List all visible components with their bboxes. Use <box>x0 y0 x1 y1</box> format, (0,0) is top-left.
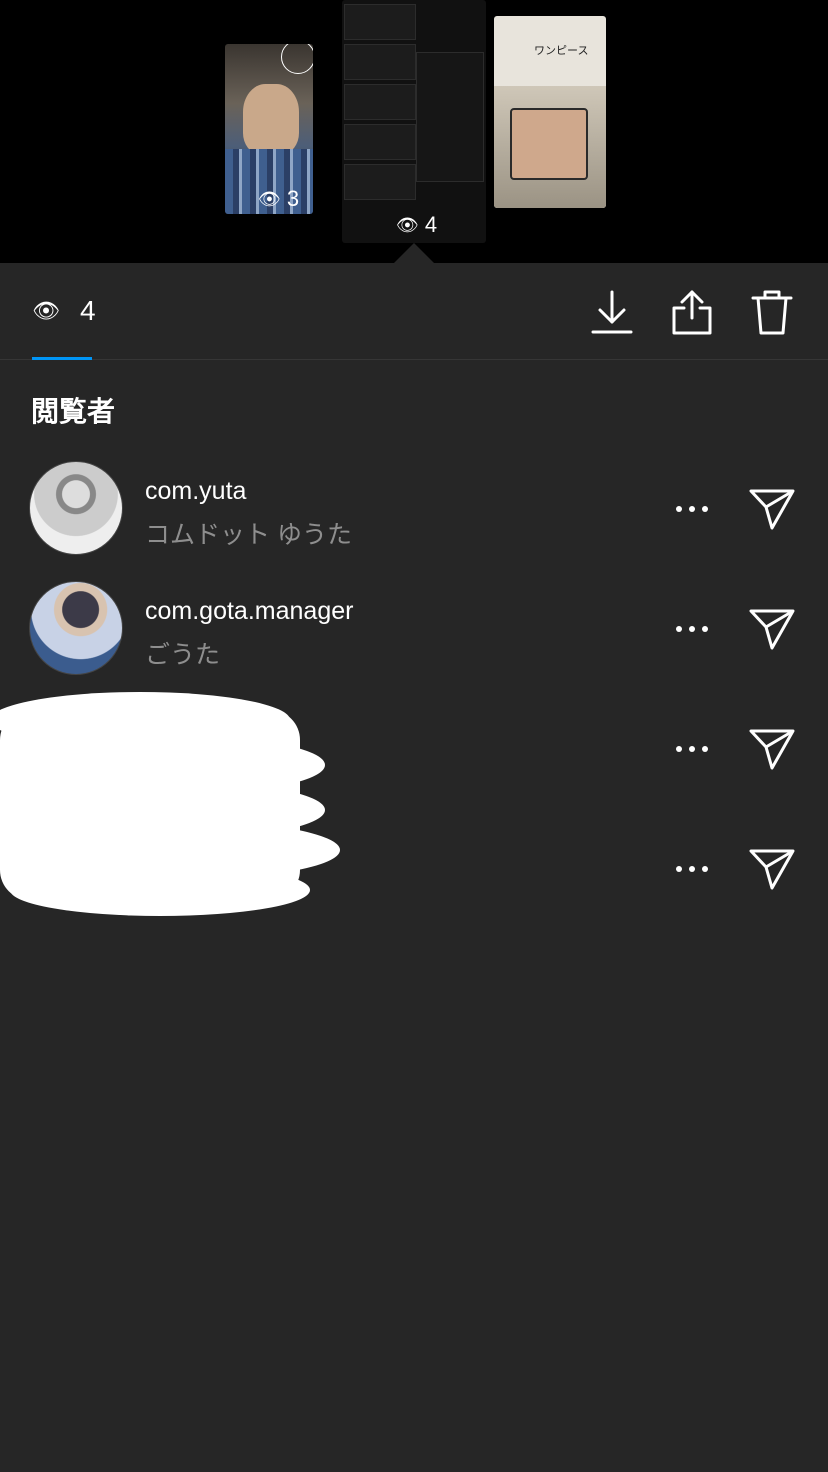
story-thumbnail-strip: 👁 3 👁 4 ワンピース <box>0 0 828 263</box>
share-icon <box>672 290 712 335</box>
story-thumbnail-next[interactable]: ワンピース <box>494 16 606 208</box>
viewer-row[interactable]: com.yuta コムドット ゆうた <box>0 461 828 571</box>
selected-story-pointer <box>394 243 434 263</box>
story-insights-toolbar: 👁 4 <box>0 263 828 360</box>
more-options-button[interactable] <box>672 855 712 883</box>
viewer-username[interactable]: com.yuta <box>145 477 246 506</box>
more-options-button[interactable] <box>672 735 712 763</box>
viewer-fullname: ごうた <box>145 641 221 669</box>
tab-viewers[interactable]: 👁 4 <box>32 295 96 327</box>
more-icon <box>676 746 682 752</box>
story-view-count: 4 <box>424 212 438 237</box>
send-button[interactable] <box>748 727 796 771</box>
avatar[interactable] <box>29 581 123 675</box>
story-thumbnail-current[interactable] <box>342 0 486 243</box>
story-view-count: 3 <box>286 186 300 211</box>
delete-button[interactable] <box>748 287 796 337</box>
doodle-circle <box>281 44 313 74</box>
story-views-overlay-current: 👁 4 <box>396 212 437 238</box>
share-button[interactable] <box>668 287 716 337</box>
download-button[interactable] <box>588 287 636 337</box>
avatar[interactable] <box>29 461 123 555</box>
story-views-overlay-previous: 👁 3 <box>258 186 299 212</box>
more-options-button[interactable] <box>672 615 712 643</box>
viewer-row[interactable]: com.gota.manager ごうた <box>0 581 828 691</box>
active-tab-indicator <box>32 357 92 360</box>
more-icon <box>676 866 682 872</box>
eye-icon: 👁 <box>396 214 419 235</box>
eye-icon: 👁 <box>258 188 281 209</box>
download-icon <box>591 290 633 334</box>
more-icon <box>676 506 682 512</box>
viewers-heading: 閲覧者 <box>31 396 116 427</box>
more-icon <box>676 626 682 632</box>
trash-icon <box>751 290 793 335</box>
more-options-button[interactable] <box>672 495 712 523</box>
eye-icon: 👁 <box>32 298 60 323</box>
send-button[interactable] <box>748 487 796 531</box>
story-photo-person <box>243 84 299 154</box>
send-button[interactable] <box>748 847 796 891</box>
viewer-fullname: コムドット ゆうた <box>145 521 352 549</box>
send-button[interactable] <box>748 607 796 651</box>
redaction-scribble <box>0 692 340 916</box>
viewer-count: 4 <box>79 295 96 326</box>
story-photo-face <box>510 108 588 180</box>
viewer-username[interactable]: com.gota.manager <box>145 597 353 626</box>
story-caption: ワンピース <box>534 45 589 57</box>
